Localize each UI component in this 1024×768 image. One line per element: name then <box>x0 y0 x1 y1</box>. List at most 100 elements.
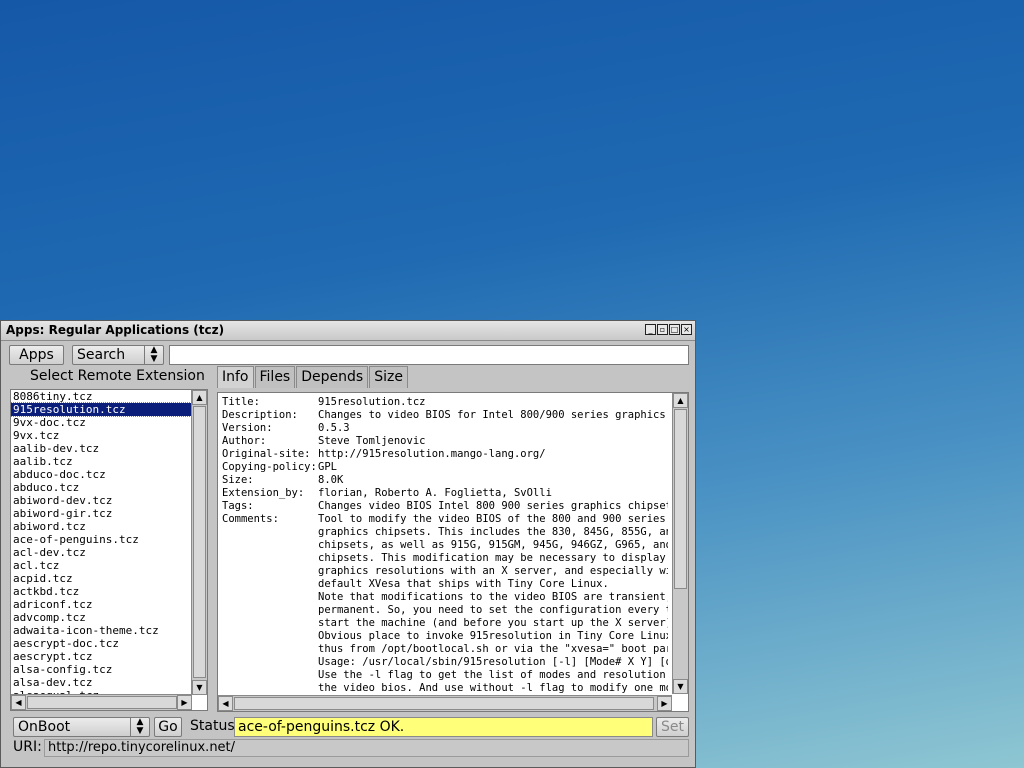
info-key <box>222 539 318 552</box>
info-horizontal-scrollbar[interactable]: ◀ ▶ <box>218 695 672 711</box>
scroll-up-icon[interactable]: ▲ <box>192 390 207 405</box>
list-scroll-thumb[interactable] <box>193 406 206 678</box>
info-value: Changes to video BIOS for Intel 800/900 … <box>318 409 668 421</box>
tab-files[interactable]: Files <box>254 366 296 388</box>
list-item[interactable]: alsa-dev.tcz <box>11 676 191 689</box>
apps-window: Apps: Regular Applications (tcz) _ ▫ □ ×… <box>0 320 696 768</box>
info-row: Copying-policy: GPL <box>222 461 668 474</box>
info-row: Author: Steve Tomljenovic <box>222 435 668 448</box>
scroll-left-icon[interactable]: ◀ <box>11 695 26 710</box>
info-value: chipsets, as well as 915G, 915GM, 945G, … <box>318 539 668 551</box>
info-row: default XVesa that ships with Tiny Core … <box>222 578 668 591</box>
info-row: Usage: /usr/local/sbin/915resolution [-l… <box>222 656 668 669</box>
set-button[interactable]: Set <box>656 717 689 737</box>
list-item[interactable]: acl-dev.tcz <box>11 546 191 559</box>
tab-depends[interactable]: Depends <box>296 366 369 388</box>
info-panel[interactable]: Title: 915resolution.tcz Description: Chang… <box>217 392 689 712</box>
tab-size[interactable]: Size <box>369 366 408 388</box>
status-label: Status <box>190 718 235 734</box>
info-scroll-left-icon[interactable]: ◀ <box>218 696 233 711</box>
window-title: Apps: Regular Applications (tcz) <box>6 323 225 337</box>
list-item[interactable]: adriconf.tcz <box>11 598 191 611</box>
maximize-icon[interactable]: □ <box>669 324 680 335</box>
mode-select[interactable]: OnBoot ▲ ▼ <box>13 717 150 737</box>
info-row: Title: 915resolution.tcz <box>222 396 668 409</box>
info-key: Comments: <box>222 513 279 525</box>
list-item[interactable]: acpid.tcz <box>11 572 191 585</box>
info-value: Note that modifications to the video BIO… <box>318 591 668 603</box>
uri-field[interactable]: http://repo.tinycorelinux.net/ <box>44 739 689 757</box>
list-horizontal-scrollbar[interactable]: ◀ ▶ <box>11 694 192 710</box>
tab-info[interactable]: Info <box>217 366 254 388</box>
list-item[interactable]: alsa-config.tcz <box>11 663 191 676</box>
list-item[interactable]: abiword-gir.tcz <box>11 507 191 520</box>
go-button[interactable]: Go <box>154 717 182 737</box>
list-item[interactable]: advcomp.tcz <box>11 611 191 624</box>
info-key <box>222 604 318 617</box>
apps-button[interactable]: Apps <box>9 345 64 365</box>
list-item[interactable]: aescrypt-doc.tcz <box>11 637 191 650</box>
info-row: Obvious place to invoke 915resolution in… <box>222 630 668 643</box>
list-item[interactable]: abiword.tcz <box>11 520 191 533</box>
info-value: Steve Tomljenovic <box>318 435 426 447</box>
info-key <box>222 591 318 604</box>
info-scroll-down-icon[interactable]: ▼ <box>673 679 688 694</box>
list-item[interactable]: 9vx-doc.tcz <box>11 416 191 429</box>
info-vertical-scrollbar[interactable]: ▲ ▼ <box>672 393 688 694</box>
info-scroll-right-icon[interactable]: ▶ <box>657 696 672 711</box>
info-key: Original-site: <box>222 448 311 460</box>
mode-value: OnBoot <box>18 719 71 735</box>
list-item[interactable]: ace-of-penguins.tcz <box>11 533 191 546</box>
info-key: Size: <box>222 474 254 486</box>
search-mode-select[interactable]: Search ▲ ▼ <box>72 345 164 365</box>
list-item[interactable]: 8086tiny.tcz <box>11 390 191 403</box>
info-scroll-thumb[interactable] <box>674 409 687 589</box>
search-mode-value: Search <box>77 347 126 363</box>
list-hscroll-thumb[interactable] <box>27 696 177 709</box>
list-item[interactable]: aalib-dev.tcz <box>11 442 191 455</box>
info-hscroll-thumb[interactable] <box>234 697 654 710</box>
info-text: Title: 915resolution.tcz Description: Chang… <box>222 396 668 693</box>
scroll-down-icon[interactable]: ▼ <box>192 680 207 695</box>
close-icon[interactable]: × <box>681 324 692 335</box>
info-key: Copying-policy: <box>222 461 317 473</box>
search-input[interactable] <box>169 345 689 365</box>
list-item[interactable]: 915resolution.tcz <box>11 402 192 417</box>
info-key <box>222 643 318 656</box>
minimize-icon[interactable]: _ <box>645 324 656 335</box>
info-value: 8.0K <box>318 474 344 486</box>
list-item[interactable]: aalib.tcz <box>11 455 191 468</box>
select-remote-extension-label: Select Remote Extension <box>30 368 205 384</box>
info-value: 915resolution.tcz <box>318 396 426 408</box>
info-row: Use the -l flag to get the list of modes… <box>222 669 668 682</box>
list-vertical-scrollbar[interactable]: ▲ ▼ <box>191 390 207 695</box>
list-item[interactable]: 9vx.tcz <box>11 429 191 442</box>
status-field: ace-of-penguins.tcz OK. <box>234 717 653 737</box>
title-bar[interactable]: Apps: Regular Applications (tcz) _ ▫ □ × <box>1 321 695 341</box>
extension-list[interactable]: 8086tiny.tcz 915resolution.tcz 9vx-doc.tcz… <box>10 389 208 711</box>
list-item[interactable]: abduco-doc.tcz <box>11 468 191 481</box>
info-row: Version: 0.5.3 <box>222 422 668 435</box>
list-item[interactable]: abduco.tcz <box>11 481 191 494</box>
list-item[interactable]: abiword-dev.tcz <box>11 494 191 507</box>
info-value: permanent. So, you need to set the confi… <box>318 604 668 616</box>
info-row: the video bios. And use without -l flag … <box>222 682 668 693</box>
info-key <box>222 656 318 669</box>
restore-icon[interactable]: ▫ <box>657 324 668 335</box>
window-controls: _ ▫ □ × <box>645 324 692 335</box>
info-row: permanent. So, you need to set the confi… <box>222 604 668 617</box>
scroll-right-icon[interactable]: ▶ <box>177 695 192 710</box>
extension-list-items: 8086tiny.tcz 915resolution.tcz 9vx-doc.tcz… <box>11 390 207 702</box>
info-value: GPL <box>318 461 337 473</box>
info-key <box>222 552 318 565</box>
list-item[interactable]: acl.tcz <box>11 559 191 572</box>
uri-label: URI: <box>13 739 42 755</box>
list-item[interactable]: actkbd.tcz <box>11 585 191 598</box>
info-scroll-up-icon[interactable]: ▲ <box>673 393 688 408</box>
info-value: the video bios. And use without -l flag … <box>318 682 668 693</box>
list-item[interactable]: aescrypt.tcz <box>11 650 191 663</box>
list-item[interactable]: adwaita-icon-theme.tcz <box>11 624 191 637</box>
mode-updown-arrow-icon: ▲ ▼ <box>130 718 149 736</box>
updown-arrow-icon: ▲ ▼ <box>144 346 163 364</box>
info-key: Extension_by: <box>222 487 305 499</box>
